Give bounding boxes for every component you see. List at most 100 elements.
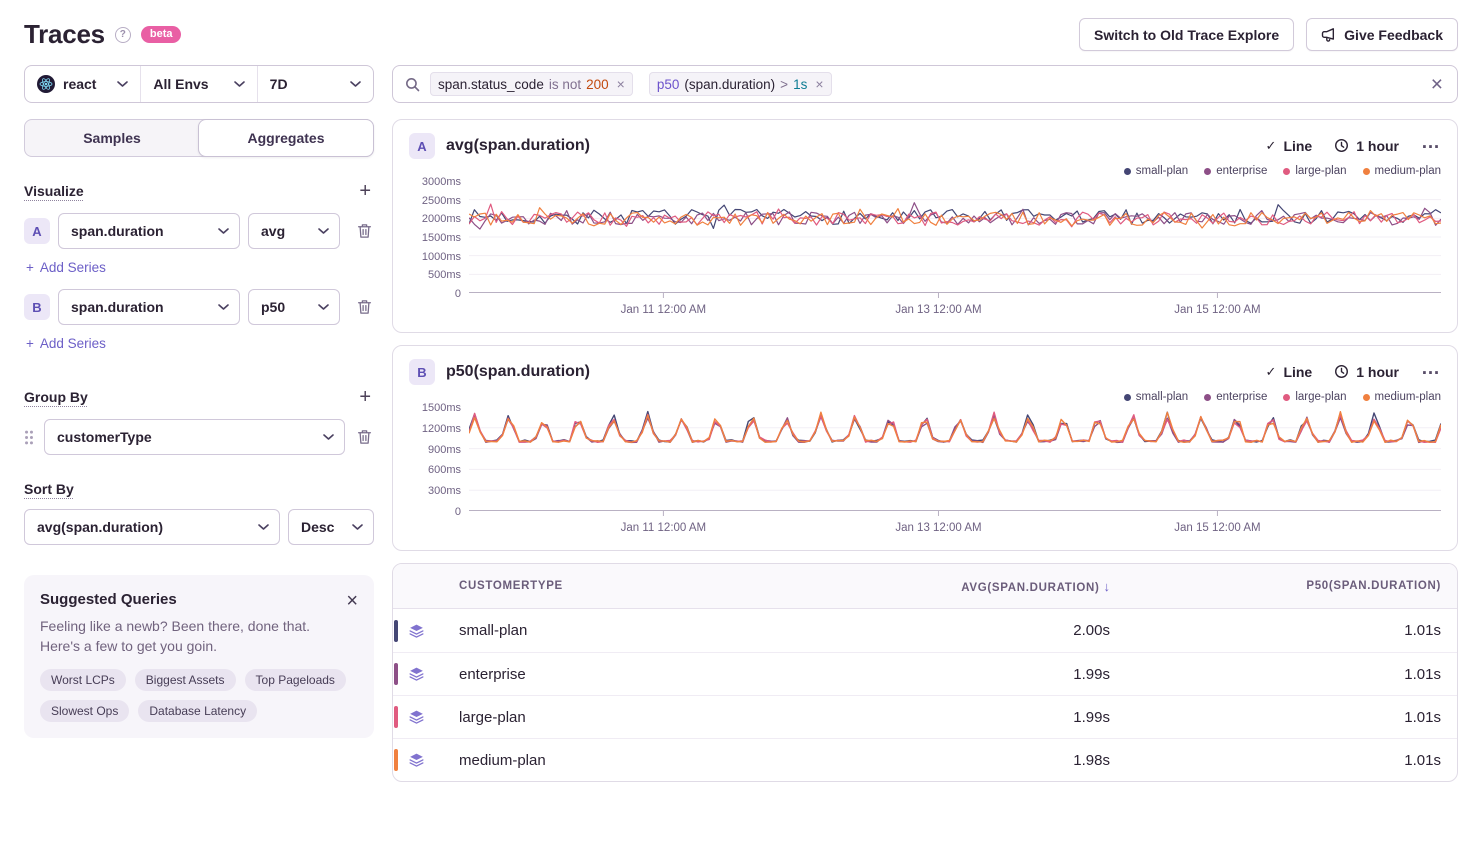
chevron-down-icon: [318, 304, 329, 310]
legend-dot: [1204, 394, 1211, 401]
p50-duration-value: 1.01s: [1110, 752, 1457, 769]
series-a-aggregate-select[interactable]: avg: [248, 213, 340, 249]
y-tick-label: 0: [455, 288, 461, 300]
interval-selector[interactable]: 1 hour: [1334, 364, 1399, 380]
suggested-query-chip[interactable]: Database Latency: [138, 700, 257, 722]
y-tick-label: 1500ms: [422, 232, 461, 244]
series-b-aggregate-select[interactable]: p50: [248, 289, 340, 325]
chevron-down-icon: [218, 228, 229, 234]
chart-menu-icon[interactable]: …: [1421, 137, 1441, 154]
x-tick-label: Jan 15 12:00 AM: [1174, 304, 1260, 316]
page-title: Traces: [24, 19, 105, 50]
table-row[interactable]: enterprise1.99s1.01s: [393, 652, 1457, 695]
date-range-selector[interactable]: 7D: [257, 66, 373, 102]
suggested-query-chip[interactable]: Worst LCPs: [40, 669, 126, 691]
chevron-down-icon: [318, 228, 329, 234]
search-filter-chip[interactable]: span.status_codeis not200×: [430, 72, 633, 96]
line-chart[interactable]: [469, 407, 1441, 517]
y-tick-label: 1500ms: [422, 402, 461, 414]
check-icon: ✓: [1266, 138, 1277, 154]
legend-item[interactable]: medium-plan: [1363, 391, 1441, 403]
page-filters-row: react All Envs 7D span.status_codeis not…: [0, 65, 1482, 103]
y-tick-label: 600ms: [428, 464, 461, 476]
suggested-query-chip[interactable]: Top Pageloads: [245, 669, 346, 691]
project-selector[interactable]: react: [25, 66, 140, 102]
legend-item[interactable]: small-plan: [1124, 391, 1188, 403]
close-icon[interactable]: ×: [346, 591, 358, 611]
results-table-body: small-plan2.00s1.01senterprise1.99s1.01s…: [393, 609, 1457, 781]
results-area: A avg(span.duration) ✓ Line 1 hour …: [392, 119, 1458, 782]
y-tick-label: 500ms: [428, 269, 461, 281]
help-icon[interactable]: ?: [115, 27, 131, 43]
tab-samples[interactable]: Samples: [25, 120, 199, 156]
legend-dot: [1204, 168, 1211, 175]
add-series-link-a[interactable]: + Add Series: [26, 260, 106, 275]
y-axis-labels: 1500ms1200ms900ms600ms300ms0: [409, 407, 469, 517]
y-tick-label: 3000ms: [422, 176, 461, 188]
chart-legend: small-plan enterprise large-plan medium-pla…: [409, 165, 1441, 177]
search-bar[interactable]: span.status_codeis not200× p50(span.durat…: [392, 65, 1458, 103]
suggested-queries-title: Suggested Queries: [40, 591, 177, 608]
table-row[interactable]: small-plan2.00s1.01s: [393, 609, 1457, 652]
switch-old-explore-button[interactable]: Switch to Old Trace Explore: [1079, 18, 1294, 51]
avg-duration-value: 2.00s: [780, 622, 1110, 639]
y-tick-label: 900ms: [428, 444, 461, 456]
legend-item[interactable]: large-plan: [1283, 165, 1346, 177]
legend-item[interactable]: small-plan: [1124, 165, 1188, 177]
megaphone-icon: [1321, 27, 1336, 42]
series-color-bar: [394, 706, 398, 728]
legend-item[interactable]: large-plan: [1283, 391, 1346, 403]
column-header-p50[interactable]: P50(SPAN.DURATION): [1110, 580, 1457, 592]
p50-duration-value: 1.01s: [1110, 709, 1457, 726]
remove-filter-icon[interactable]: ×: [614, 76, 625, 92]
clear-search-icon[interactable]: ×: [1429, 74, 1445, 95]
p50-duration-value: 1.01s: [1110, 622, 1457, 639]
suggested-queries-body: Feeling like a newb? Been there, done th…: [40, 617, 340, 656]
chart-type-selector[interactable]: ✓ Line: [1266, 138, 1313, 154]
legend-dot: [1124, 168, 1131, 175]
environment-selector[interactable]: All Envs: [140, 66, 256, 102]
delete-series-a-icon[interactable]: [355, 221, 374, 241]
legend-item[interactable]: medium-plan: [1363, 165, 1441, 177]
search-filter-chip[interactable]: p50(span.duration)>1s×: [649, 72, 832, 96]
chart-menu-icon[interactable]: …: [1421, 363, 1441, 380]
series-a-field-select[interactable]: span.duration: [58, 213, 240, 249]
series-b-field-select[interactable]: span.duration: [58, 289, 240, 325]
remove-filter-icon[interactable]: ×: [812, 76, 823, 92]
series-badge-a: A: [24, 218, 50, 244]
suggested-queries-panel: Suggested Queries × Feeling like a newb?…: [24, 575, 374, 738]
chart-type-selector[interactable]: ✓ Line: [1266, 364, 1313, 380]
column-header-customertype[interactable]: CUSTOMERTYPE: [393, 580, 780, 592]
group-by-select[interactable]: customerType: [44, 419, 345, 455]
sort-direction-select[interactable]: Desc: [288, 509, 374, 545]
line-chart[interactable]: [469, 181, 1441, 299]
legend-item[interactable]: enterprise: [1204, 165, 1267, 177]
visualize-heading: Visualize: [24, 183, 84, 199]
column-header-avg[interactable]: AVG(SPAN.DURATION)↓: [780, 579, 1110, 594]
delete-group-by-icon[interactable]: [355, 427, 374, 447]
chevron-down-icon: [117, 81, 128, 87]
interval-selector[interactable]: 1 hour: [1334, 138, 1399, 154]
avg-duration-value: 1.99s: [780, 709, 1110, 726]
beta-badge: beta: [141, 26, 182, 43]
sort-field-select[interactable]: avg(span.duration): [24, 509, 280, 545]
y-tick-label: 0: [455, 506, 461, 518]
add-series-link-b[interactable]: + Add Series: [26, 336, 106, 351]
y-tick-label: 2000ms: [422, 213, 461, 225]
add-visualize-icon[interactable]: +: [356, 181, 374, 201]
check-icon: ✓: [1266, 364, 1277, 380]
delete-series-b-icon[interactable]: [355, 297, 374, 317]
table-row[interactable]: large-plan1.99s1.01s: [393, 695, 1457, 738]
legend-item[interactable]: enterprise: [1204, 391, 1267, 403]
suggested-query-chip[interactable]: Slowest Ops: [40, 700, 129, 722]
chart-legend: small-plan enterprise large-plan medium-pla…: [409, 391, 1441, 403]
add-group-by-icon[interactable]: +: [356, 387, 374, 407]
y-tick-label: 2500ms: [422, 195, 461, 207]
table-row[interactable]: medium-plan1.98s1.01s: [393, 738, 1457, 781]
chart-badge-a: A: [409, 133, 435, 159]
page-filter-group: react All Envs 7D: [24, 65, 374, 103]
drag-handle-icon[interactable]: [24, 430, 34, 445]
suggested-query-chip[interactable]: Biggest Assets: [135, 669, 236, 691]
tab-aggregates[interactable]: Aggregates: [198, 119, 374, 157]
give-feedback-button[interactable]: Give Feedback: [1306, 18, 1458, 51]
